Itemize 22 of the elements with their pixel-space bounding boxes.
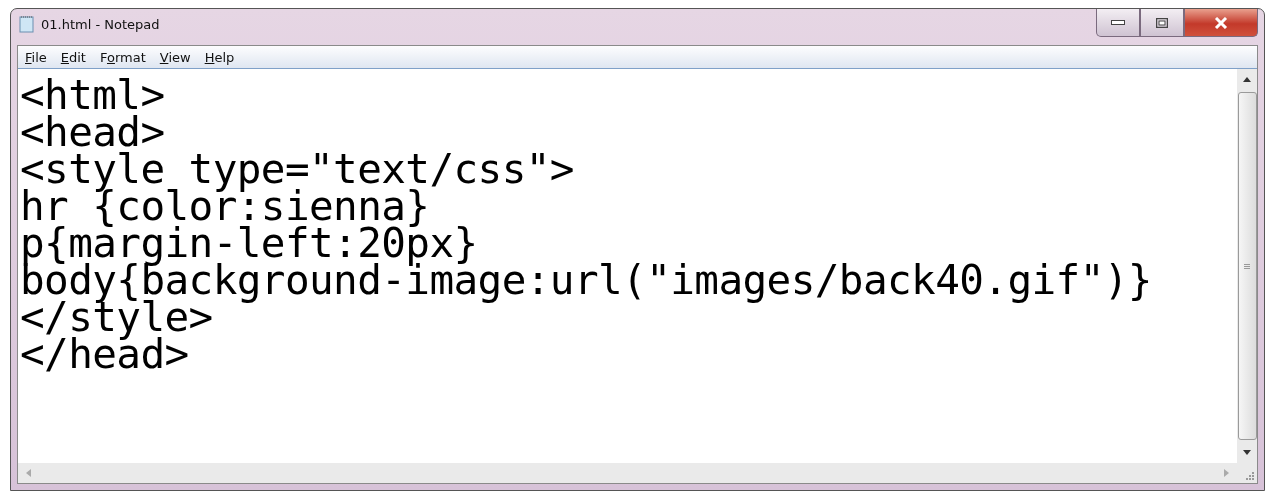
close-icon xyxy=(1214,16,1228,29)
menu-item[interactable]: Help xyxy=(204,49,235,65)
menu-item[interactable]: View xyxy=(159,49,191,65)
menu-item[interactable]: File xyxy=(25,49,47,65)
notepad-icon xyxy=(19,15,35,33)
scroll-right-icon[interactable] xyxy=(1224,469,1229,477)
horizontal-scrollbar[interactable] xyxy=(18,463,1237,483)
code-line: <html> xyxy=(20,77,166,114)
close-button[interactable] xyxy=(1184,9,1258,37)
window-title: 01.html - Notepad xyxy=(41,16,160,32)
menu-item[interactable]: Format xyxy=(99,49,146,65)
minimize-icon xyxy=(1111,19,1125,26)
scroll-left-icon[interactable] xyxy=(26,469,31,477)
minimize-button[interactable] xyxy=(1096,9,1140,37)
maximize-button[interactable] xyxy=(1140,9,1184,37)
maximize-icon xyxy=(1156,17,1168,28)
code-line: <head> xyxy=(20,114,166,151)
menu-item[interactable]: Edit xyxy=(60,49,86,65)
scroll-up-icon[interactable] xyxy=(1243,77,1251,82)
grip-icon xyxy=(1244,263,1250,269)
resize-grip-icon[interactable] xyxy=(1246,472,1254,480)
scroll-down-icon[interactable] xyxy=(1243,450,1251,455)
